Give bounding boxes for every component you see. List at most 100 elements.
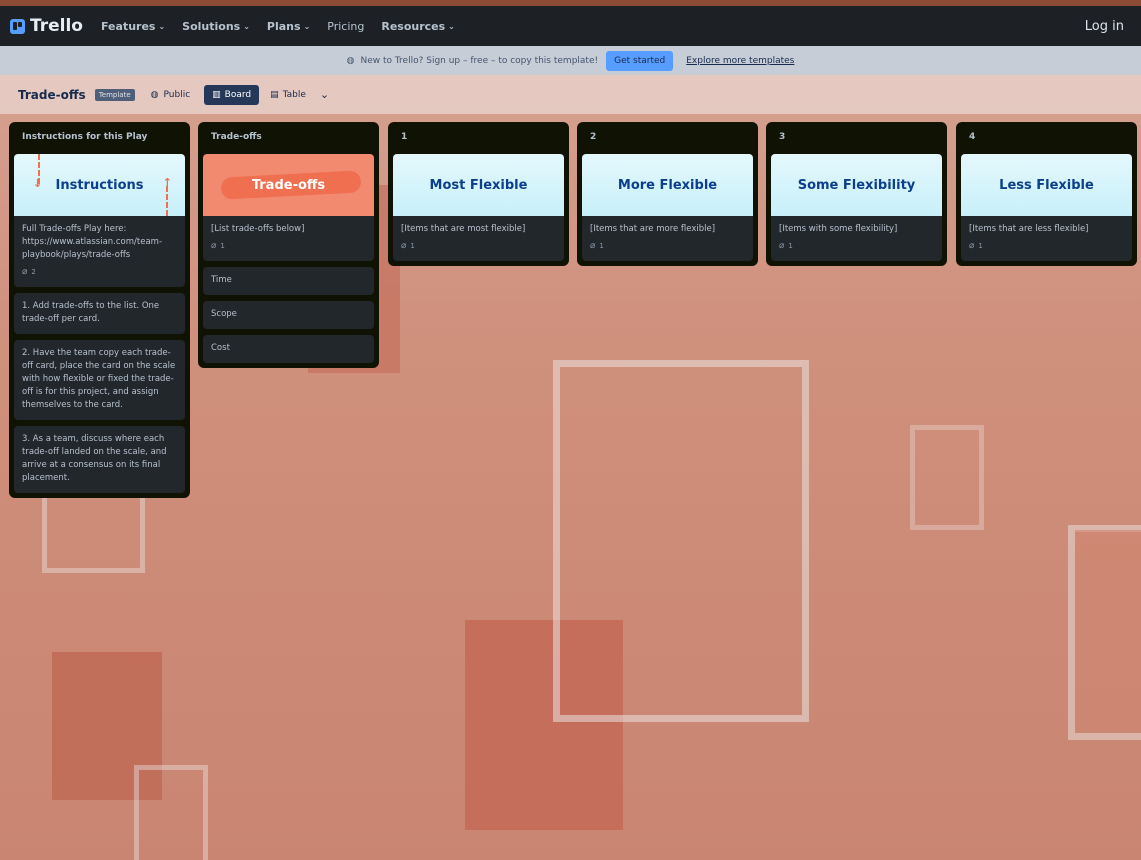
attachment-badge: ⌀ 1 (590, 240, 745, 253)
card-text: Time (211, 275, 232, 285)
card-text: [Items with some flexibility] (779, 224, 898, 234)
card-cover: More Flexible (582, 154, 753, 216)
visibility-label: Public (163, 89, 191, 100)
card-cover: Most Flexible (393, 154, 564, 216)
visibility-button[interactable]: ◍ Public (151, 90, 191, 100)
list-2: 2 More Flexible [Items that are more fle… (577, 122, 758, 266)
card-text: [Items that are most flexible] (401, 224, 526, 234)
list-title[interactable]: 2 (582, 122, 753, 154)
attachment-count: 1 (788, 242, 793, 250)
card-text: 2. Have the team copy each trade-off car… (22, 348, 176, 410)
logo-text: Trello (30, 16, 83, 36)
chevron-down-icon[interactable]: ⌄ (320, 88, 329, 101)
paperclip-icon: ⌀ (969, 241, 975, 251)
attachment-badge: ⌀ 1 (401, 240, 556, 253)
list-instructions: Instructions for this Play ↓ Instruction… (9, 122, 190, 498)
card-cover-title: Trade-offs (251, 177, 326, 193)
card[interactable]: Cost (203, 335, 374, 363)
card-cover-title: Instructions (55, 177, 144, 193)
paperclip-icon: ⌀ (22, 267, 28, 277)
card[interactable]: 2. Have the team copy each trade-off car… (14, 340, 185, 420)
list-title[interactable]: 4 (961, 122, 1132, 154)
board-title[interactable]: Trade-offs (18, 88, 86, 102)
template-badge: Template (94, 88, 135, 101)
card-text: 3. As a team, discuss where each trade-o… (22, 434, 167, 483)
paperclip-icon: ⌀ (211, 241, 217, 251)
view-label: Table (282, 89, 306, 100)
list-4: 4 Less Flexible [Items that are less fle… (956, 122, 1137, 266)
list-trade-offs: Trade-offs Trade-offs [List trade-offs b… (198, 122, 379, 368)
card[interactable]: 3. As a team, discuss where each trade-o… (14, 426, 185, 493)
paperclip-icon: ⌀ (779, 241, 785, 251)
nav-item-label: Plans (266, 19, 301, 33)
card-text: Scope (211, 309, 237, 319)
board-header: Trade-offs Template ◍ Public ▥ Board ▤ Tabl… (0, 75, 1141, 114)
card-cover-title: Less Flexible (999, 177, 1094, 193)
card[interactable]: More Flexible [Items that are more flexi… (582, 154, 753, 261)
nav-item-label: Resources (381, 19, 446, 33)
nav-menu: Features ⌄ Solutions ⌄ Plans ⌄ Pricing Reso… (101, 20, 472, 33)
trello-logo-icon (10, 18, 25, 34)
explore-templates-link[interactable]: Explore more templates (686, 56, 794, 66)
nav-item-label: Solutions (182, 19, 241, 33)
view-table-button[interactable]: ▤ Table (270, 90, 306, 100)
top-navbar: Trello Features ⌄ Solutions ⌄ Plans ⌄ Prici… (0, 6, 1141, 46)
card-text: [List trade-offs below] (211, 224, 305, 234)
globe-icon: ◍ (346, 55, 355, 66)
card[interactable]: Less Flexible [Items that are less flexi… (961, 154, 1132, 261)
view-label: Board (224, 89, 252, 100)
globe-icon: ◍ (150, 89, 159, 100)
chevron-down-icon: ⌄ (243, 21, 250, 31)
card-cover: Some Flexibility (771, 154, 942, 216)
card-text: 1. Add trade-offs to the list. One trade… (22, 301, 160, 324)
login-link[interactable]: Log in (1085, 19, 1124, 34)
attachment-count: 1 (978, 242, 983, 250)
nav-item-resources[interactable]: Resources ⌄ (381, 20, 455, 33)
attachment-badge: ⌀ 1 (211, 240, 366, 253)
card[interactable]: ↓ Instructions ↑ Full Trade-offs Play he… (14, 154, 185, 287)
arrow-down-icon: ↓ (33, 177, 43, 190)
card-text: Full Trade-offs Play here: https://www.a… (22, 224, 163, 260)
arrow-up-icon: ↑ (162, 176, 172, 189)
trello-logo[interactable]: Trello (10, 16, 83, 36)
card-cover: Less Flexible (961, 154, 1132, 216)
list-title[interactable]: Instructions for this Play (14, 122, 185, 154)
dashed-line-decoration (166, 186, 168, 216)
card[interactable]: 1. Add trade-offs to the list. One trade… (14, 293, 185, 334)
nav-item-label: Features (100, 19, 156, 33)
paperclip-icon: ⌀ (590, 241, 596, 251)
chevron-down-icon: ⌄ (303, 21, 311, 31)
card[interactable]: Time (203, 267, 374, 295)
card[interactable]: Most Flexible [Items that are most flexi… (393, 154, 564, 261)
attachment-count: 1 (599, 242, 604, 250)
nav-item-features[interactable]: Features ⌄ (101, 20, 165, 33)
list-3: 3 Some Flexibility [Items with some flex… (766, 122, 947, 266)
card[interactable]: Trade-offs [List trade-offs below] ⌀ 1 (203, 154, 374, 261)
card-cover: ↓ Instructions ↑ (14, 154, 185, 216)
nav-item-plans[interactable]: Plans ⌄ (267, 20, 310, 33)
view-board-button[interactable]: ▥ Board (204, 84, 260, 105)
chevron-down-icon: ⌄ (448, 21, 455, 31)
get-started-button[interactable]: Get started (606, 50, 674, 71)
list-title[interactable]: 3 (771, 122, 942, 154)
attachment-count: 1 (410, 242, 415, 250)
card-cover-title: Most Flexible (429, 177, 528, 193)
list-title[interactable]: Trade-offs (203, 122, 374, 154)
table-icon: ▤ (270, 89, 279, 100)
list-title[interactable]: 1 (393, 122, 564, 154)
nav-item-solutions[interactable]: Solutions ⌄ (182, 20, 250, 33)
card-text: [Items that are less flexible] (969, 224, 1089, 234)
attachment-badge: ⌀ 1 (779, 240, 934, 253)
nav-item-pricing[interactable]: Pricing (327, 20, 364, 33)
attachment-count: 1 (220, 242, 225, 250)
card-text: Cost (211, 343, 230, 353)
attachment-badge: ⌀ 2 (22, 266, 177, 279)
card-text: [Items that are more flexible] (590, 224, 716, 234)
card-cover-title: Some Flexibility (797, 177, 916, 193)
card[interactable]: Some Flexibility [Items with some flexib… (771, 154, 942, 261)
card[interactable]: Scope (203, 301, 374, 329)
paperclip-icon: ⌀ (401, 241, 407, 251)
list-1: 1 Most Flexible [Items that are most fle… (388, 122, 569, 266)
attachment-badge: ⌀ 1 (969, 240, 1124, 253)
card-cover: Trade-offs (203, 154, 374, 216)
